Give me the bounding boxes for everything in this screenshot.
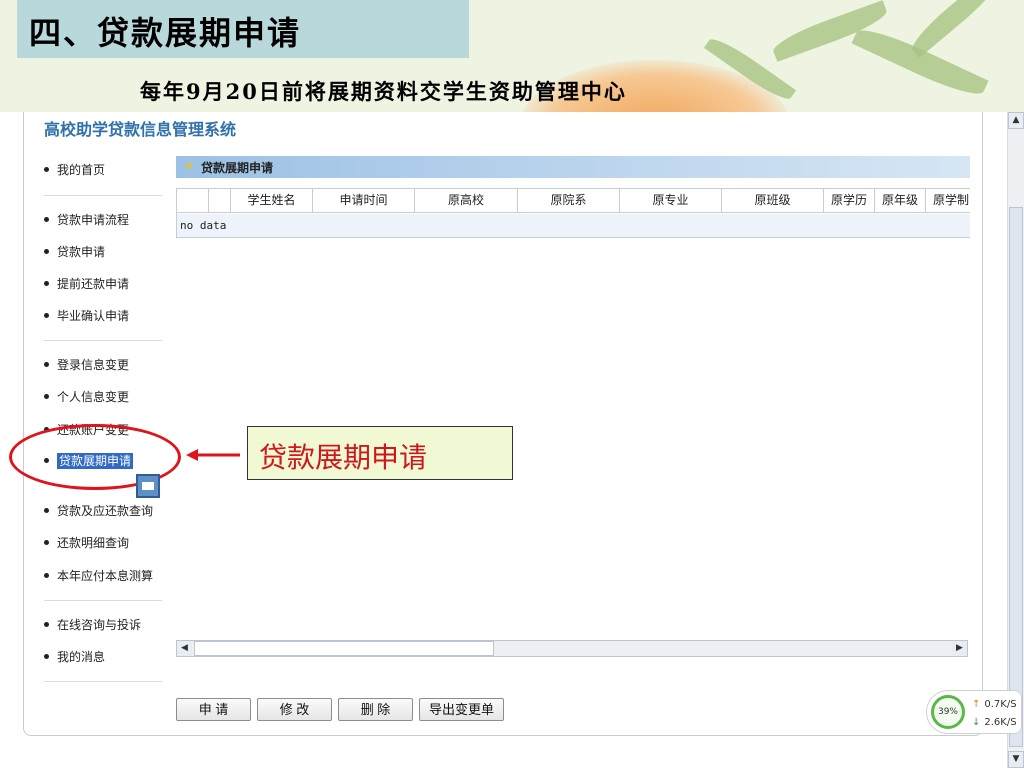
scroll-up-icon[interactable]: ▲ [1008,112,1024,129]
sidebar-item-label: 毕业确认申请 [57,309,130,323]
column-header[interactable]: 原院系 [518,189,620,213]
bullet-icon [44,654,49,659]
callout-box: 贷款展期申请 [247,426,513,480]
sidebar-item-my-messages[interactable]: 我的消息 [44,648,105,666]
grid-header-cell [177,189,209,213]
sidebar-item-early-repay[interactable]: 提前还款申请 [44,275,129,293]
empty-message: no data [180,219,227,232]
horizontal-scrollbar[interactable]: ◀ ▶ [176,640,968,657]
sidebar-item-login-info-change[interactable]: 登录信息变更 [44,356,129,374]
panel-title: 贷款展期申请 [201,161,274,175]
sidebar-item-loan-apply[interactable]: 贷款申请 [44,243,105,261]
scroll-down-icon[interactable]: ▼ [1008,751,1024,768]
grid-header: 学生姓名 申请时间 原高校 原院系 原专业 原班级 原学历 原年级 原学制 [177,189,970,213]
download-speed: ↓ 2.6K/S [972,717,1017,728]
column-header[interactable]: 学生姓名 [231,189,313,213]
sidebar-item-label: 本年应付本息测算 [57,569,154,583]
sidebar-item-graduation-confirm[interactable]: 毕业确认申请 [44,307,129,325]
column-header[interactable]: 原学历 [824,189,875,213]
sidebar-item-home[interactable]: 我的首页 [44,161,105,179]
column-header[interactable]: 原班级 [722,189,824,213]
document-icon [136,474,160,498]
bullet-icon [44,249,49,254]
scrollbar-thumb[interactable] [194,641,494,656]
down-arrow-icon: ↓ [972,717,981,728]
scroll-right-icon[interactable]: ▶ [952,641,967,656]
edit-button[interactable]: 修 改 [257,698,332,721]
bullet-icon [44,362,49,367]
sidebar-item-label: 还款明细查询 [57,536,130,550]
column-header[interactable]: 原学制 [926,189,970,213]
scroll-left-icon[interactable]: ◀ [177,641,192,656]
bullet-icon [44,217,49,222]
sidebar-item-label: 在线咨询与投诉 [57,618,142,632]
sidebar-divider [44,195,162,196]
slide-title: 四、贷款展期申请 [29,14,302,52]
bullet-icon [44,573,49,578]
column-header[interactable]: 申请时间 [313,189,415,213]
sidebar-item-label: 提前还款申请 [57,277,130,291]
column-header[interactable]: 原高校 [415,189,518,213]
grid-header-cell [209,189,231,213]
system-title: 高校助学贷款信息管理系统 [44,120,237,139]
upload-speed: ↑ 0.7K/S [972,699,1017,710]
sidebar-item-label: 我的首页 [57,163,106,177]
scrollbar-thumb[interactable] [1009,207,1023,747]
bullet-icon [44,167,49,172]
sidebar-divider [44,600,162,601]
slide-subtitle: 每年9月20日前将展期资料交学生资助管理中心 [140,79,627,104]
bamboo-leaf-decoration [906,0,1004,59]
page-vertical-scrollbar[interactable]: ▲ ▼ [1007,112,1024,768]
bullet-icon [44,313,49,318]
star-icon: ✦ [184,159,195,173]
column-header[interactable]: 原年级 [875,189,926,213]
download-speed-value: 2.6K/S [984,717,1017,728]
sidebar-divider [44,681,162,682]
sidebar-item-label: 贷款申请 [57,245,106,259]
sidebar-item-consult-complaint[interactable]: 在线咨询与投诉 [44,616,141,634]
sidebar-item-label: 贷款及应还款查询 [57,504,154,518]
export-change-form-button[interactable]: 导出变更单 [419,698,504,721]
cpu-gauge: 39% [931,695,965,729]
up-arrow-icon: ↑ [972,699,981,710]
bullet-icon [44,394,49,399]
left-arrow-icon [186,449,240,461]
grid-empty-row: no data [177,214,970,237]
sidebar-item-interest-calc[interactable]: 本年应付本息测算 [44,567,153,585]
sidebar-item-label: 个人信息变更 [57,390,130,404]
sidebar-divider [44,340,162,341]
extension-grid: 学生姓名 申请时间 原高校 原院系 原专业 原班级 原学历 原年级 原学制 no… [176,188,970,238]
sidebar-item-label: 我的消息 [57,650,106,664]
sidebar-item-label: 贷款申请流程 [57,213,130,227]
bullet-icon [44,281,49,286]
bullet-icon [44,540,49,545]
sidebar-item-loan-process[interactable]: 贷款申请流程 [44,211,129,229]
bullet-icon [44,508,49,513]
upload-speed-value: 0.7K/S [984,699,1017,710]
column-header[interactable]: 原专业 [620,189,722,213]
sidebar-item-personal-info-change[interactable]: 个人信息变更 [44,388,129,406]
delete-button[interactable]: 删 除 [338,698,413,721]
apply-button[interactable]: 申 请 [176,698,251,721]
sidebar-item-loan-query[interactable]: 贷款及应还款查询 [44,502,153,520]
sidebar-item-repay-detail[interactable]: 还款明细查询 [44,534,129,552]
network-speed-widget[interactable]: 39% ↑ 0.7K/S ↓ 2.6K/S [926,690,1022,734]
slide-title-box: 四、贷款展期申请 [17,0,469,58]
sidebar-item-label: 登录信息变更 [57,358,130,372]
callout-text: 贷款展期申请 [259,441,428,474]
panel-header: ✦ 贷款展期申请 [176,156,970,178]
bullet-icon [44,622,49,627]
